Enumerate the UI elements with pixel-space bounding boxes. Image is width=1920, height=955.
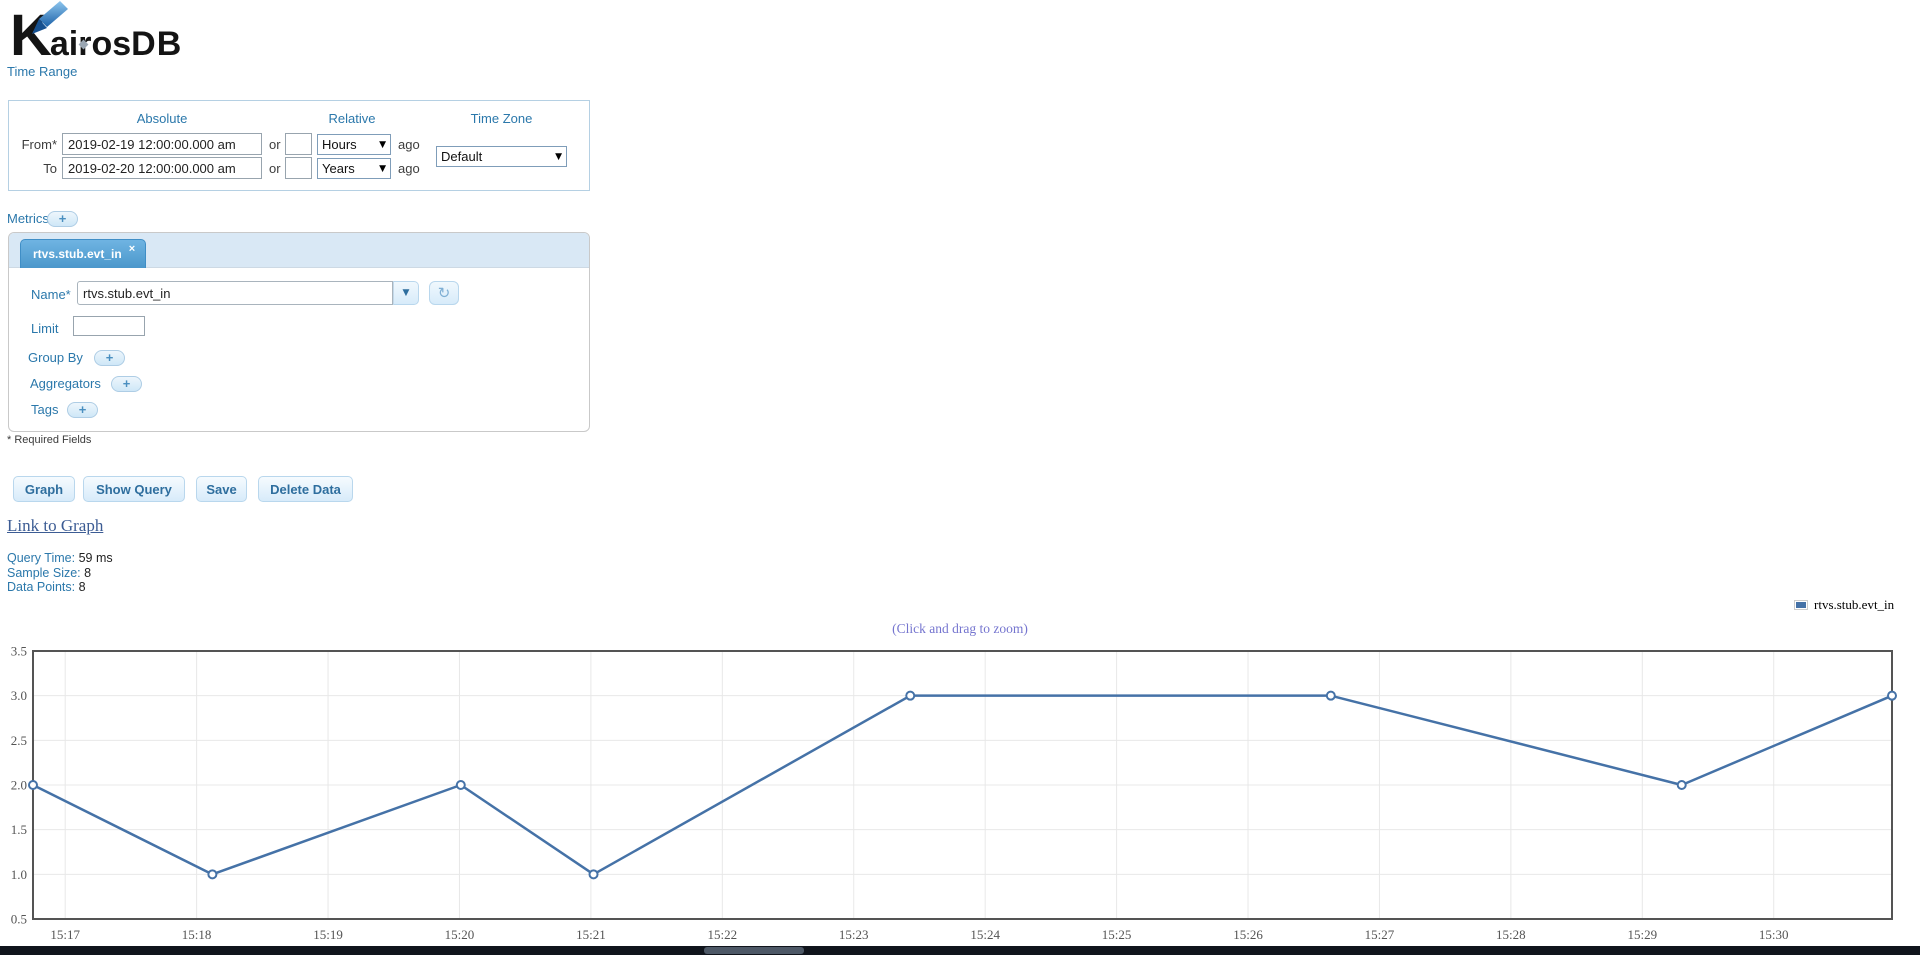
y-axis-tick-label: 3.0 bbox=[11, 688, 27, 703]
time-range-section-label: Time Range bbox=[7, 64, 77, 79]
chart-title: (Click and drag to zoom) bbox=[0, 621, 1920, 637]
add-group-by-button[interactable]: + bbox=[94, 350, 125, 366]
x-axis-tick-label: 15:22 bbox=[708, 927, 738, 942]
select-arrow-icon: ▼ bbox=[379, 164, 386, 174]
from-relative-unit-select[interactable]: Hours ▼ bbox=[317, 134, 391, 155]
query-time-label: Query Time: bbox=[7, 551, 75, 565]
to-or-label: or bbox=[269, 161, 281, 176]
show-query-button[interactable]: Show Query bbox=[83, 476, 185, 502]
metric-tab[interactable]: rtvs.stub.evt_in × bbox=[20, 239, 146, 268]
from-relative-value-input[interactable] bbox=[285, 133, 312, 155]
link-to-graph[interactable]: Link to Graph bbox=[7, 516, 103, 536]
to-relative-unit-select[interactable]: Years ▼ bbox=[317, 158, 391, 179]
select-arrow-icon: ▼ bbox=[379, 140, 386, 150]
close-icon[interactable]: × bbox=[129, 243, 135, 255]
tags-label: Tags bbox=[31, 402, 58, 417]
y-axis-tick-label: 1.0 bbox=[11, 867, 27, 882]
time-range-box: Absolute Relative Time Zone From* or Hou… bbox=[8, 100, 590, 191]
data-points-label: Data Points: bbox=[7, 580, 75, 594]
x-axis-tick-label: 15:30 bbox=[1759, 927, 1789, 942]
timezone-select[interactable]: Default ▼ bbox=[436, 146, 567, 167]
sample-size-value: 8 bbox=[84, 566, 91, 580]
logo-text-db: DB bbox=[131, 25, 182, 63]
plus-icon: + bbox=[106, 352, 114, 364]
x-axis-tick-label: 15:17 bbox=[50, 927, 80, 942]
chart-legend: rtvs.stub.evt_in bbox=[1794, 597, 1894, 613]
sample-size-label: Sample Size: bbox=[7, 566, 81, 580]
data-points-row: Data Points: 8 bbox=[7, 580, 113, 595]
from-relative-unit-value: Hours bbox=[322, 137, 357, 152]
query-time-row: Query Time: 59 ms bbox=[7, 551, 113, 566]
x-axis-tick-label: 15:24 bbox=[970, 927, 1000, 942]
y-axis-tick-label: 1.5 bbox=[11, 822, 27, 837]
horizontal-scrollbar-thumb[interactable] bbox=[704, 947, 804, 954]
y-axis-tick-label: 0.5 bbox=[11, 912, 27, 927]
to-ago-label: ago bbox=[398, 161, 420, 176]
logo-arrow-icon bbox=[30, 0, 70, 40]
from-label: From* bbox=[13, 137, 57, 152]
refresh-icon: ↻ bbox=[438, 284, 451, 302]
graph-button[interactable]: Graph bbox=[13, 476, 75, 502]
timezone-value: Default bbox=[441, 149, 482, 164]
add-tag-button[interactable]: + bbox=[67, 402, 98, 418]
from-ago-label: ago bbox=[398, 137, 420, 152]
y-axis-tick-label: 3.5 bbox=[11, 644, 27, 659]
sample-size-row: Sample Size: 8 bbox=[7, 566, 113, 581]
x-axis-tick-label: 15:19 bbox=[313, 927, 343, 942]
to-relative-value-input[interactable] bbox=[285, 157, 312, 179]
from-absolute-input[interactable] bbox=[62, 133, 262, 155]
to-absolute-input[interactable] bbox=[62, 157, 262, 179]
chart-plot-area[interactable] bbox=[33, 651, 1892, 919]
x-axis-tick-label: 15:21 bbox=[576, 927, 606, 942]
x-axis-tick-label: 15:26 bbox=[1233, 927, 1263, 942]
chevron-down-icon: ▼ bbox=[403, 288, 410, 298]
data-points-value: 8 bbox=[79, 580, 86, 594]
absolute-column-header: Absolute bbox=[62, 111, 262, 126]
x-axis-tick-label: 15:18 bbox=[182, 927, 212, 942]
save-button[interactable]: Save bbox=[196, 476, 247, 502]
limit-input[interactable] bbox=[73, 316, 145, 336]
group-by-label: Group By bbox=[28, 350, 83, 365]
x-axis-tick-label: 15:23 bbox=[839, 927, 869, 942]
y-axis-tick-label: 2.5 bbox=[11, 733, 27, 748]
required-fields-note: * Required Fields bbox=[7, 434, 91, 446]
from-or-label: or bbox=[269, 137, 281, 152]
y-axis-tick-label: 2.0 bbox=[11, 778, 27, 793]
legend-swatch bbox=[1794, 600, 1808, 610]
plus-icon: + bbox=[59, 213, 67, 225]
to-relative-unit-value: Years bbox=[322, 161, 355, 176]
relative-column-header: Relative bbox=[286, 111, 418, 126]
timezone-column-header: Time Zone bbox=[436, 111, 567, 126]
plus-icon: + bbox=[79, 404, 87, 416]
add-metric-button[interactable]: + bbox=[47, 211, 78, 227]
aggregators-label: Aggregators bbox=[30, 376, 101, 391]
query-time-value: 59 ms bbox=[79, 551, 113, 565]
x-axis-tick-label: 15:28 bbox=[1496, 927, 1526, 942]
metric-name-dropdown-button[interactable]: ▼ bbox=[393, 281, 419, 305]
legend-series-label: rtvs.stub.evt_in bbox=[1814, 597, 1894, 613]
horizontal-scrollbar-track[interactable] bbox=[0, 946, 1920, 955]
x-axis-tick-label: 15:27 bbox=[1365, 927, 1395, 942]
metrics-section-label: Metrics bbox=[7, 211, 49, 226]
delete-data-button[interactable]: Delete Data bbox=[258, 476, 353, 502]
x-axis-tick-label: 15:20 bbox=[445, 927, 475, 942]
add-aggregator-button[interactable]: + bbox=[111, 376, 142, 392]
limit-label: Limit bbox=[31, 321, 58, 336]
x-axis-tick-label: 15:29 bbox=[1627, 927, 1657, 942]
metric-tab-title: rtvs.stub.evt_in bbox=[33, 247, 122, 261]
metric-panel: rtvs.stub.evt_in × Name* ▼ ↻ Limit Group… bbox=[8, 232, 590, 432]
query-stats: Query Time: 59 ms Sample Size: 8 Data Po… bbox=[7, 551, 113, 595]
select-arrow-icon: ▼ bbox=[555, 152, 562, 162]
x-axis-tick-label: 15:25 bbox=[1102, 927, 1132, 942]
metric-name-input[interactable] bbox=[77, 281, 393, 305]
metric-name-label: Name* bbox=[31, 287, 71, 302]
metric-name-refresh-button[interactable]: ↻ bbox=[429, 281, 459, 305]
plus-icon: + bbox=[123, 378, 131, 390]
to-label: To bbox=[13, 161, 57, 176]
